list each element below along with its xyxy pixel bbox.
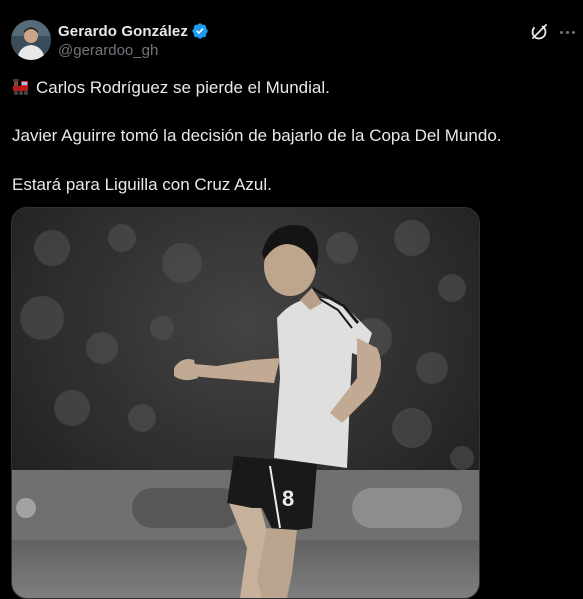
grok-icon[interactable] xyxy=(529,22,549,42)
author-header: Gerardo González @gerardoo_gh xyxy=(58,21,209,59)
tweet-media-photo[interactable]: 8 xyxy=(11,207,480,599)
verified-badge-icon xyxy=(191,22,209,40)
author-display-name[interactable]: Gerardo González xyxy=(58,23,188,40)
author-handle[interactable]: @gerardoo_gh xyxy=(58,42,209,59)
tweet-card: Gerardo González @gerardoo_gh Carlos Rod… xyxy=(0,0,583,599)
tweet-text-line-1: Carlos Rodríguez se pierde el Mundial. xyxy=(12,78,330,98)
tweet-text-3: Estará para Liguilla con Cruz Azul. xyxy=(12,175,272,194)
tweet-text-line-3: Estará para Liguilla con Cruz Azul. xyxy=(12,175,272,195)
tweet-text-1: Carlos Rodríguez se pierde el Mundial. xyxy=(36,78,330,97)
avatar[interactable] xyxy=(11,20,51,60)
steam-locomotive-emoji xyxy=(12,78,30,96)
more-options-icon[interactable] xyxy=(556,21,578,43)
tweet-text-2: Javier Aguirre tomó la decisión de bajar… xyxy=(12,126,502,145)
tweet-text-line-2: Javier Aguirre tomó la decisión de bajar… xyxy=(12,126,502,146)
